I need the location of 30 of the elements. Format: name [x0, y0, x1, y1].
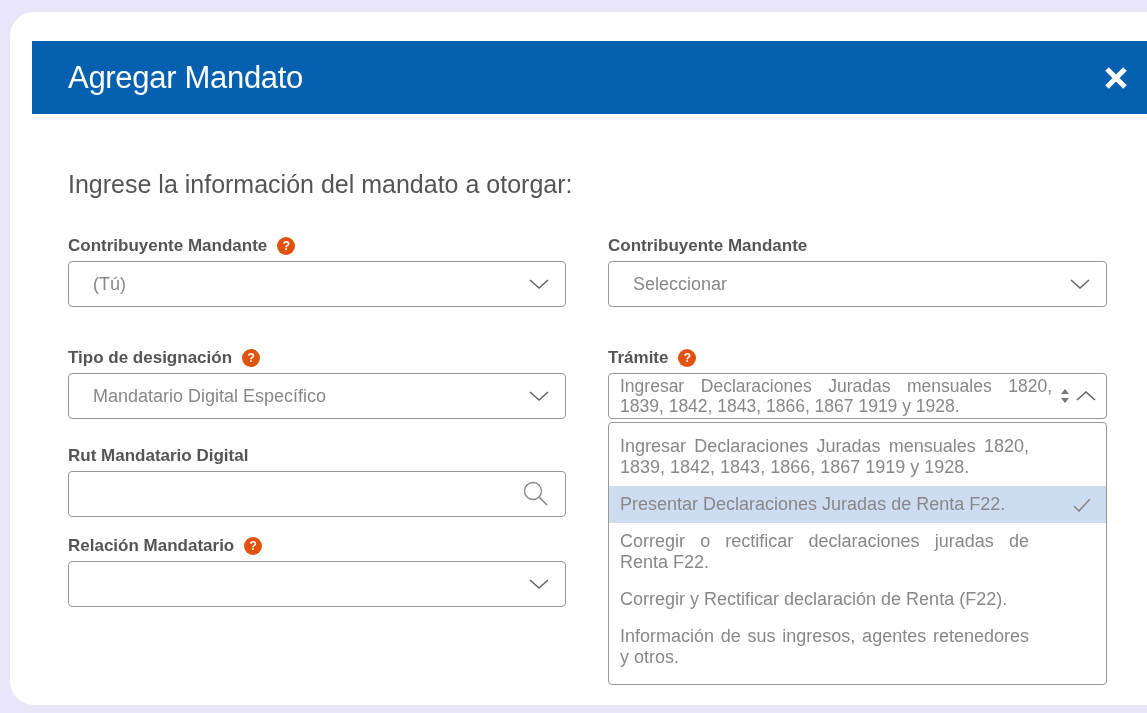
- dropdown-option[interactable]: Corregir y Rectificar declaración de Renta (F22).: [609, 581, 1106, 618]
- check-icon: [1072, 496, 1092, 513]
- field-label: Contribuyente Mandante: [608, 236, 808, 256]
- dropdown-field[interactable]: Seleccionar: [608, 261, 1107, 307]
- dropdown-option[interactable]: Corregir o rectificar declaraciones juradas de Renta F22.: [609, 523, 1106, 581]
- form-heading: Ingrese la información del mandato a otorgar:: [68, 170, 574, 199]
- chevron-down-icon: [1070, 278, 1090, 290]
- help-icon[interactable]: ?: [678, 349, 697, 367]
- dropdown-option[interactable]: Presentar Declaraciones Juradas de Renta F22.: [609, 486, 1106, 523]
- dropdown-field[interactable]: [68, 561, 566, 607]
- field-label: Contribuyente Mandante: [68, 236, 268, 256]
- close-button[interactable]: [1103, 64, 1129, 91]
- dropdown-option[interactable]: Ingresar Declaraciones Juradas mensuales 1820, 1839, 1842, 1843, 1866, 1867 1919 y 1928.: [609, 428, 1106, 486]
- search-field[interactable]: [68, 471, 566, 517]
- field-label: Trámite: [608, 348, 669, 368]
- field-label: Tipo de designación: [68, 348, 233, 368]
- chevron-down-icon: [529, 390, 549, 402]
- chevron-down-icon: [529, 278, 549, 290]
- dropdown-option[interactable]: Información de sus ingresos, agentes retenedores y otros.: [609, 618, 1106, 676]
- dialog-title: Agregar Mandato: [68, 59, 304, 96]
- field-label: Rut Mandatario Digital: [68, 446, 249, 466]
- dropdown-field[interactable]: (Tú): [68, 261, 566, 307]
- chevron-down-icon: [529, 578, 549, 590]
- dropdown-field[interactable]: Mandatario Digital Específico: [68, 373, 566, 419]
- help-icon[interactable]: ?: [244, 537, 263, 555]
- help-icon[interactable]: ?: [242, 349, 261, 367]
- dropdown-field[interactable]: Ingresar Declaraciones Juradas mensuales 1820, 1839, 1842, 1843, 1866, 1867 1919 y 1928.: [608, 373, 1107, 419]
- help-icon[interactable]: ?: [277, 237, 296, 255]
- search-icon: [523, 481, 549, 507]
- field-label: Relación Mandatario: [68, 536, 235, 556]
